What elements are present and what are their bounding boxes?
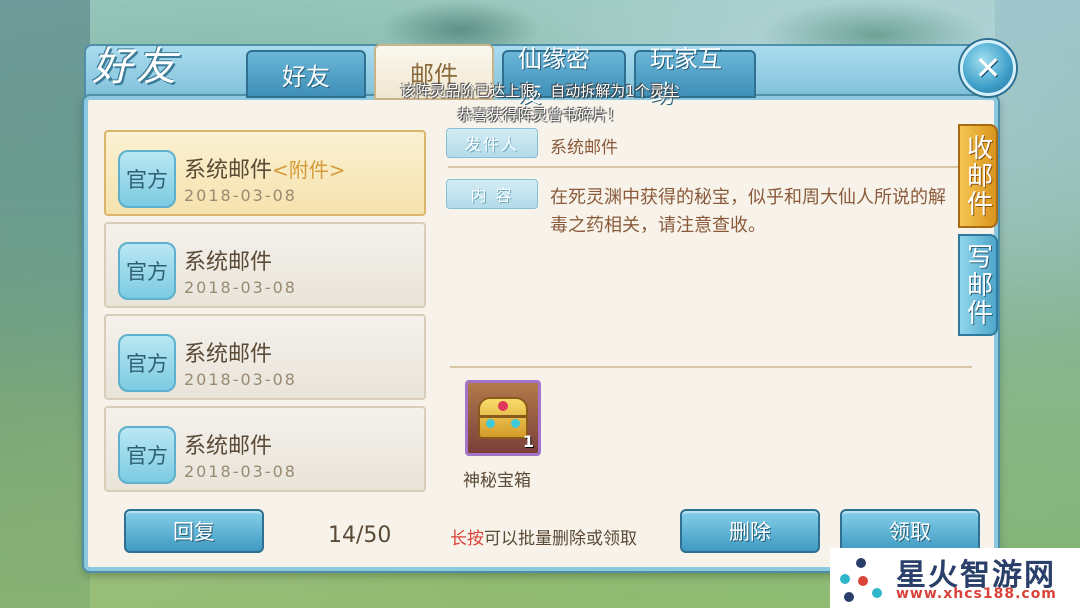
toast-message: 恭喜获得阵灵曾书碎片！ xyxy=(457,106,623,124)
divider xyxy=(448,166,972,168)
official-badge: 官方 xyxy=(118,426,176,484)
mail-count: 14/50 xyxy=(328,523,392,548)
watermark-url: www.xhcs188.com xyxy=(896,586,1057,602)
divider xyxy=(450,366,972,368)
close-button[interactable]: ✕ xyxy=(960,40,1016,96)
claim-button[interactable]: 领取 xyxy=(840,509,980,553)
mail-title: 系统邮件<附件> xyxy=(184,152,346,184)
attachment-tag: <附件> xyxy=(272,158,346,182)
item-count: 1 xyxy=(522,432,534,451)
treasure-chest-icon xyxy=(478,397,528,439)
mail-title: 系统邮件 xyxy=(184,434,273,459)
mail-date: 2018-03-08 xyxy=(184,370,297,389)
hint-highlight: 长按 xyxy=(450,529,484,549)
mail-list: 官方 系统邮件<附件> 2018-03-08 官方 系统邮件 2018-03-0… xyxy=(104,126,430,498)
official-badge: 官方 xyxy=(118,242,176,300)
background-scenery-left xyxy=(0,0,90,608)
mail-date: 2018-03-08 xyxy=(184,186,297,205)
close-icon: ✕ xyxy=(974,49,1002,87)
mail-list-item[interactable]: 官方 系统邮件 2018-03-08 xyxy=(104,406,426,492)
mail-title: 系统邮件 xyxy=(184,250,273,275)
hint-text: 可以批量删除或领取 xyxy=(484,529,637,549)
side-tab-compose[interactable]: 写邮件 xyxy=(958,234,998,336)
delete-button[interactable]: 删除 xyxy=(680,509,820,553)
mail-date: 2018-03-08 xyxy=(184,462,297,481)
batch-hint: 长按可以批量删除或领取 xyxy=(450,524,637,549)
official-badge: 官方 xyxy=(118,334,176,392)
toast-message: 该阵灵品阶已达上限，自动拆解为1个灵尘 xyxy=(400,82,680,100)
sender-label: 发件人 xyxy=(446,128,538,158)
mail-date: 2018-03-08 xyxy=(184,278,297,297)
panel-title: 好友 xyxy=(92,44,180,90)
mail-list-item[interactable]: 官方 系统邮件 2018-03-08 xyxy=(104,314,426,400)
content-label: 内 容 xyxy=(446,179,538,209)
watermark: 星火智游网 www.xhcs188.com xyxy=(830,548,1080,608)
background-scenery-right xyxy=(995,0,1080,608)
side-tab-inbox[interactable]: 收邮件 xyxy=(958,124,998,228)
mail-title-text: 系统邮件 xyxy=(184,158,273,183)
official-badge: 官方 xyxy=(118,150,176,208)
mail-list-item[interactable]: 官方 系统邮件 2018-03-08 xyxy=(104,222,426,308)
mail-content: 在死灵渊中获得的秘宝，似乎和周大仙人所说的解毒之药相关，请注意查收。 xyxy=(550,187,946,236)
reply-button[interactable]: 回复 xyxy=(124,509,264,553)
mail-list-item[interactable]: 官方 系统邮件<附件> 2018-03-08 xyxy=(104,130,426,216)
attachment-name: 神秘宝箱 xyxy=(463,471,531,491)
attachment-item-slot[interactable]: 1 xyxy=(465,380,541,456)
mail-title: 系统邮件 xyxy=(184,342,273,367)
watermark-logo-icon xyxy=(836,554,886,604)
sender-value: 系统邮件 xyxy=(550,138,618,158)
